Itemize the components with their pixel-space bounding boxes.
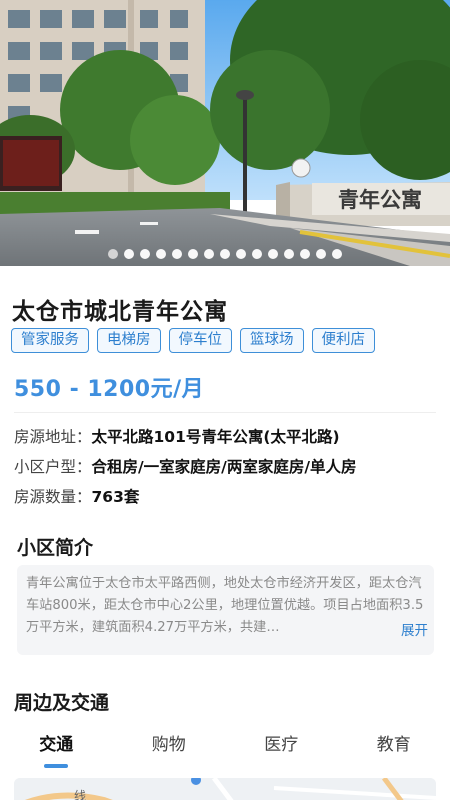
info-label: 小区户型： [14, 458, 92, 476]
intro-text: 青年公寓位于太仓市太平路西侧，地处太仓市经济开发区，距太仓汽车站800米，距太仓… [26, 576, 424, 635]
info-row-address: 房源地址： 太平北路101号青年公寓(太平北路) [14, 425, 340, 447]
gallery-dot[interactable] [332, 249, 342, 259]
amenity-tag: 电梯房 [97, 328, 161, 353]
amenity-tags: 管家服务 电梯房 停车位 篮球场 便利店 [11, 328, 375, 353]
price-range: 550 - 1200元/月 [14, 377, 205, 402]
info-value: 763套 [91, 488, 140, 506]
info-label: 房源数量： [14, 488, 92, 506]
gallery-dot[interactable] [124, 249, 134, 259]
hero-image-gallery[interactable]: 青年公寓 [0, 0, 450, 266]
gallery-dot[interactable] [140, 249, 150, 259]
gallery-dot[interactable] [300, 249, 310, 259]
nearby-map[interactable]: 线 [14, 778, 436, 800]
gallery-page-indicator [0, 249, 450, 259]
gallery-dot[interactable] [172, 249, 182, 259]
property-title: 太仓市城北青年公寓 [12, 299, 228, 325]
info-value: 太平北路101号青年公寓(太平北路) [91, 428, 340, 446]
tab-medical[interactable]: 医疗 [225, 730, 338, 755]
info-value: 合租房/一室家庭房/两室家庭房/单人房 [91, 458, 357, 476]
gallery-dot[interactable] [284, 249, 294, 259]
gallery-dot[interactable] [108, 249, 118, 259]
info-label: 房源地址： [14, 428, 92, 446]
amenity-tag: 管家服务 [11, 328, 89, 353]
gallery-dot[interactable] [204, 249, 214, 259]
gate-sign-text: 青年公寓 [338, 188, 422, 212]
tab-shopping[interactable]: 购物 [113, 730, 226, 755]
gallery-dot[interactable] [316, 249, 326, 259]
nearby-tabs: 交通 购物 医疗 教育 [0, 730, 450, 755]
intro-box: 青年公寓位于太仓市太平路西侧，地处太仓市经济开发区，距太仓汽车站800米，距太仓… [17, 565, 434, 655]
gallery-dot[interactable] [252, 249, 262, 259]
amenity-tag: 便利店 [311, 328, 375, 353]
gallery-dot[interactable] [236, 249, 246, 259]
gallery-dot[interactable] [156, 249, 166, 259]
map-graphic: 线 [14, 778, 436, 800]
amenity-tag: 篮球场 [240, 328, 304, 353]
info-row-layout: 小区户型： 合租房/一室家庭房/两室家庭房/单人房 [14, 455, 357, 477]
amenity-tag: 停车位 [168, 328, 232, 353]
map-label: 线 [74, 789, 86, 800]
divider [14, 412, 436, 413]
expand-button[interactable]: 展开 [397, 620, 428, 642]
section-title-intro: 小区简介 [17, 537, 94, 559]
tab-education[interactable]: 教育 [338, 730, 450, 755]
gallery-dot[interactable] [188, 249, 198, 259]
hero-photo: 青年公寓 [0, 0, 450, 266]
gallery-dot[interactable] [220, 249, 230, 259]
info-row-count: 房源数量： 763套 [14, 485, 139, 507]
tab-transport[interactable]: 交通 [0, 730, 113, 755]
gallery-dot[interactable] [268, 249, 278, 259]
section-title-nearby: 周边及交通 [14, 692, 110, 714]
active-tab-indicator [44, 764, 68, 768]
